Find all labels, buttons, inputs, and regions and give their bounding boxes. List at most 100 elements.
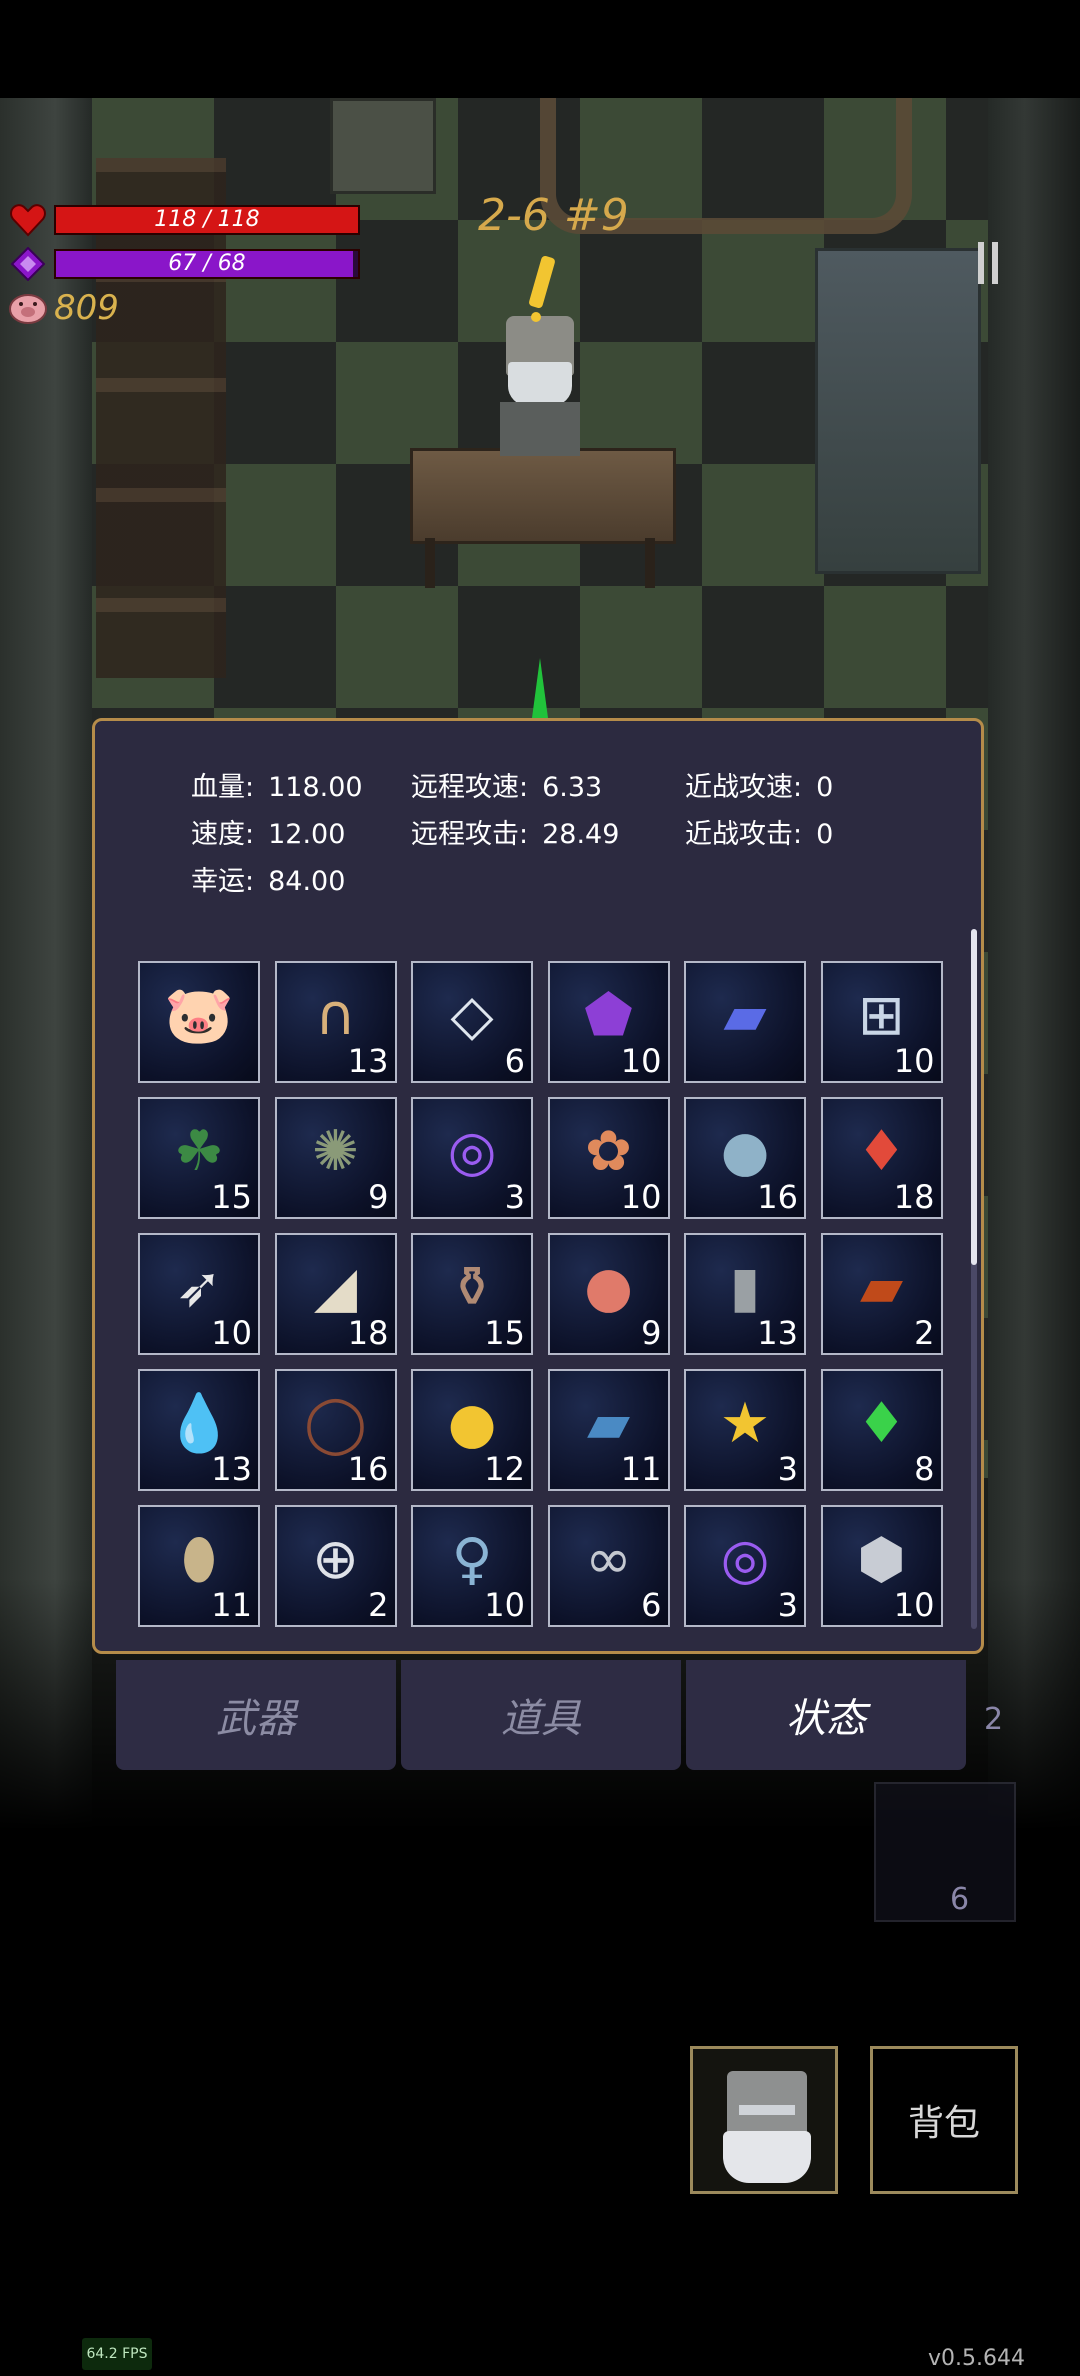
stat-label: 近战攻速: (685, 772, 803, 803)
scrollbar-thumb[interactable] (971, 929, 977, 1265)
item-count: 15 (484, 1314, 525, 1352)
inventory-slot[interactable]: ⬟ 10 (547, 961, 670, 1083)
inventory-slot[interactable]: ◎ 3 (684, 1505, 806, 1627)
inventory-slot[interactable]: ● 9 (547, 1233, 670, 1355)
item-count: 9 (368, 1178, 389, 1216)
inventory-slot[interactable]: ⚱ 15 (411, 1233, 533, 1355)
coin-count: 809 (54, 288, 119, 328)
stat-melee-attack: 近战攻击: 0 (685, 812, 833, 851)
tab-status[interactable]: 状态 (686, 1660, 966, 1770)
status-panel: 血量: 118.00 远程攻速: 6.33 近战攻速: 0 速度: 12.00 远程攻击… (92, 718, 984, 1654)
inventory-slot[interactable]: ⬢ 10 (820, 1505, 943, 1627)
hp-text: 118 / 118 (154, 207, 260, 232)
tab-items[interactable]: 道具 (401, 1660, 681, 1770)
stat-ranged-speed: 远程攻速: 6.33 (411, 765, 602, 804)
mana-text: 67 / 68 (168, 251, 246, 276)
item-count: 3 (777, 1450, 798, 1488)
item-count: 10 (211, 1314, 252, 1352)
hp-row: 118 / 118 (8, 200, 360, 240)
stat-value: 12.00 (268, 819, 346, 850)
inventory-slot[interactable]: ⊕ 2 (274, 1505, 397, 1627)
inventory-slot[interactable]: ✿ 10 (547, 1097, 670, 1219)
alchemy-machine (815, 248, 981, 574)
npc-body (500, 402, 580, 456)
stage-label: 2-6 #9 (478, 190, 629, 241)
inventory-slot[interactable]: ◇ 6 (411, 961, 533, 1083)
inventory-slot[interactable]: 🐷 (138, 961, 260, 1083)
inventory-slot[interactable]: ⬮ 11 (138, 1505, 260, 1627)
stat-value: 118.00 (268, 772, 363, 803)
item-count: 10 (893, 1586, 935, 1624)
inventory-slot[interactable]: ★ 3 (684, 1369, 806, 1491)
item-count: 10 (620, 1178, 662, 1216)
coin-row: 809 (8, 288, 119, 328)
inventory-slot[interactable]: ▰ 2 (820, 1233, 943, 1355)
inventory-slot[interactable]: ∞ 6 (547, 1505, 670, 1627)
item-count: 9 (641, 1314, 662, 1352)
side-count: 2 (984, 1702, 1004, 1737)
stat-speed: 速度: 12.00 (191, 812, 345, 851)
item-count: 6 (504, 1042, 525, 1080)
stat-label: 血量: (191, 772, 255, 803)
item-count: 2 (914, 1314, 935, 1352)
table-leg (645, 538, 655, 588)
item-count: 8 (914, 1450, 935, 1488)
merchant-npc[interactable] (494, 316, 586, 456)
stat-ranged-attack: 远程攻击: 28.49 (411, 812, 619, 851)
pig-icon (8, 288, 48, 328)
item-count: 13 (211, 1450, 252, 1488)
item-count: 6 (641, 1586, 662, 1624)
fps-counter: 64.2 FPS (82, 2338, 152, 2370)
spellbook-icon: ▰ (723, 983, 767, 1048)
pause-icon[interactable] (976, 242, 1004, 284)
item-count: 15 (211, 1178, 252, 1216)
inventory-slot[interactable]: ● 16 (684, 1097, 806, 1219)
inventory-slot[interactable]: ◯ 16 (274, 1369, 397, 1491)
item-count: 16 (347, 1450, 389, 1488)
inventory-slot[interactable]: ◎ 3 (411, 1097, 533, 1219)
item-count: 16 (757, 1178, 798, 1216)
portrait-glasses (739, 2105, 795, 2115)
inventory-slot[interactable]: ♦ 8 (820, 1369, 943, 1491)
inventory-slot[interactable]: ☘ 15 (138, 1097, 260, 1219)
inventory-slot[interactable]: ◢ 18 (274, 1233, 397, 1355)
item-count: 11 (620, 1450, 662, 1488)
piggy-bank-icon: 🐷 (164, 983, 234, 1048)
item-count: 12 (484, 1450, 525, 1488)
mana-row: 67 / 68 (8, 244, 360, 284)
stat-label: 幸运: (191, 866, 255, 897)
inventory-scrollbar[interactable] (971, 929, 977, 1629)
inventory-slot[interactable]: ∩ 13 (274, 961, 397, 1083)
stat-melee-speed: 近战攻速: 0 (685, 765, 833, 804)
player-arrow-icon (532, 658, 548, 718)
inventory-slot[interactable]: ♦ 18 (820, 1097, 943, 1219)
tab-weapons[interactable]: 武器 (116, 1660, 396, 1770)
inventory-slot[interactable]: ⊞ 10 (820, 961, 943, 1083)
stat-value: 0 (816, 819, 834, 850)
inventory-slot[interactable]: 💧 13 (138, 1369, 260, 1491)
stat-luck: 幸运: 84.00 (191, 859, 345, 898)
bag-button[interactable]: 背包 (870, 2046, 1018, 2194)
item-count: 3 (504, 1178, 525, 1216)
item-count: 18 (347, 1314, 389, 1352)
version-label: v0.5.644 (928, 2346, 1025, 2371)
stat-label: 速度: (191, 819, 255, 850)
hp-bar: 118 / 118 (54, 205, 360, 235)
stat-value: 84.00 (268, 866, 346, 897)
inventory-slot[interactable]: ✺ 9 (274, 1097, 397, 1219)
shop-table (410, 448, 676, 544)
item-count: 3 (777, 1586, 798, 1624)
inventory-slot[interactable]: ▮ 13 (684, 1233, 806, 1355)
portrait-beard (723, 2131, 811, 2183)
stat-label: 远程攻速: (411, 772, 529, 803)
item-count: 13 (757, 1314, 798, 1352)
inventory-slot[interactable]: ▰ (684, 961, 806, 1083)
inventory-slot[interactable]: ♀ 10 (411, 1505, 533, 1627)
portrait-button[interactable] (690, 2046, 838, 2194)
inventory-slot[interactable]: ➶ 10 (138, 1233, 260, 1355)
inventory-slot[interactable]: ● 12 (411, 1369, 533, 1491)
inventory-slot[interactable]: ▰ 11 (547, 1369, 670, 1491)
item-count: 13 (347, 1042, 389, 1080)
side-potion-slot (874, 1782, 1016, 1922)
item-count: 10 (620, 1042, 662, 1080)
